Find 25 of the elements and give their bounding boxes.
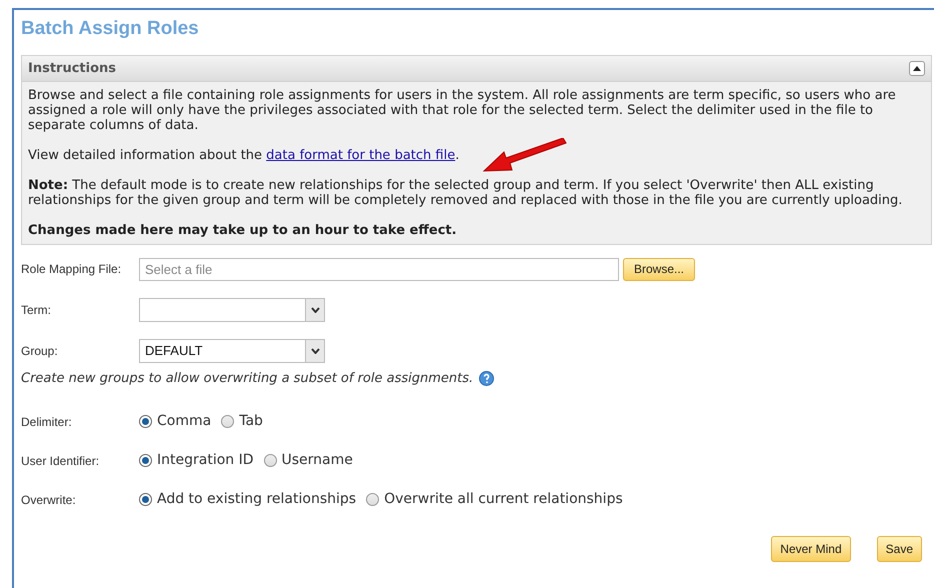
hint-text: Create new groups to allow overwriting a subset of role assignments. [21, 370, 474, 388]
field-label: Term: [21, 302, 52, 319]
field-label: Overwrite: [21, 492, 77, 508]
radio-label[interactable]: Username [282, 450, 353, 471]
instructions-text: Browse and select a file containing role assignments for users in the system. All role assignments are term specific, so users who are assigned a role will only have the privileges associated with that role for the selected term. Select the delimiter used in the file to separate columns of data. [28, 88, 897, 133]
radio-label[interactable]: Add to existing relationships [157, 489, 356, 510]
radio-label[interactable]: Integration ID [157, 450, 254, 471]
panel-title: Instructions [28, 60, 116, 78]
field-label: Group: [21, 343, 59, 360]
action-button[interactable]: Save [876, 536, 922, 562]
action-button[interactable]: Never Mind [771, 536, 851, 562]
radio-label[interactable]: Comma [157, 411, 212, 432]
page-title: Batch Assign Roles [21, 17, 200, 41]
file-input[interactable]: Select a file [139, 258, 619, 280]
note-text: Note: The default mode is to create new relationships for the selected group and term. If you select 'Overwrite' then ALL existing relationships for the given group and term will be completely removed and replaced with those in the file you are currently uploading. [28, 178, 904, 208]
data-format-link[interactable]: data format for the batch file [266, 148, 456, 163]
radio-label[interactable]: Tab [239, 411, 263, 432]
field-label: Delimiter: [21, 414, 73, 430]
group-dropdown[interactable]: DEFAULT [139, 339, 325, 363]
warning-text: Changes made here may take up to an hour to take effect. [28, 223, 458, 238]
browse-button[interactable]: Browse... [623, 258, 696, 280]
radio-label[interactable]: Overwrite all current relationships [384, 489, 623, 510]
link-sentence: View detailed information about the data format for the batch file. [28, 148, 460, 163]
field-label: User Identifier: [21, 452, 100, 470]
field-label: Role Mapping File: [21, 261, 122, 278]
